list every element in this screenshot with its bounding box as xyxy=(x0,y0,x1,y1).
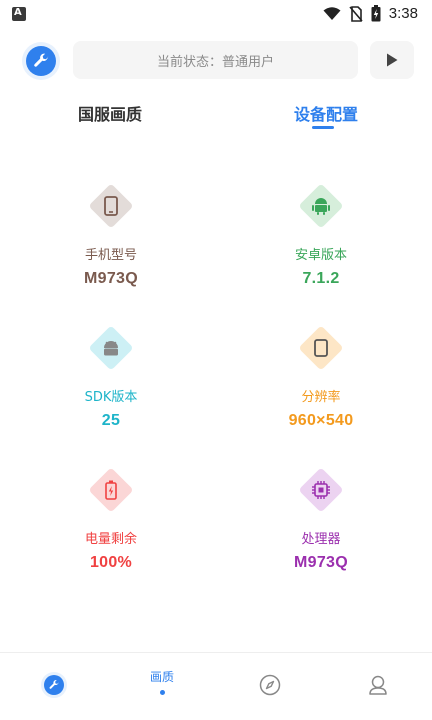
battery-value: 100% xyxy=(89,554,133,571)
sdk-version-value: 25 xyxy=(101,412,121,429)
android-head-icon xyxy=(104,341,118,356)
chip-icon xyxy=(312,481,330,499)
nav-profile[interactable] xyxy=(348,660,408,710)
no-sim-icon xyxy=(349,5,363,22)
android-version-label: 安卓版本 xyxy=(294,248,347,263)
info-resolution: 分辨率 960×540 xyxy=(241,325,401,430)
play-icon xyxy=(387,53,398,67)
android-version-value: 7.1.2 xyxy=(302,270,340,287)
android-icon xyxy=(312,198,330,215)
processor-label: 处理器 xyxy=(301,532,341,547)
nav-discover[interactable] xyxy=(240,660,300,710)
nav-quality-label: 画质 xyxy=(149,670,174,684)
status-bar: 3:38 xyxy=(0,0,432,28)
nav-active-dot xyxy=(159,690,165,695)
app-notification-icon xyxy=(12,7,26,21)
nav-quality[interactable]: 画质 xyxy=(132,660,192,710)
info-phone-model: 手机型号 M973Q xyxy=(31,183,191,288)
info-processor: 处理器 M973Q xyxy=(241,467,401,572)
phone-icon xyxy=(104,196,118,216)
resolution-label: 分辨率 xyxy=(301,390,341,405)
status-display: 当前状态：普通用户 xyxy=(73,41,358,79)
processor-value: M973Q xyxy=(294,554,348,571)
resolution-value: 960×540 xyxy=(288,412,354,429)
active-tab-indicator xyxy=(312,126,334,129)
phone-model-label: 手机型号 xyxy=(84,248,137,263)
wrench-logo-icon xyxy=(49,680,59,689)
info-sdk-version: SDK版本 25 xyxy=(31,325,191,430)
status-icons: 3:38 xyxy=(323,5,418,22)
user-icon xyxy=(369,675,387,695)
compass-icon xyxy=(259,674,281,696)
app-logo-button[interactable] xyxy=(22,42,60,80)
battery-charging-status-icon xyxy=(371,5,381,22)
info-android-version: 安卓版本 7.1.2 xyxy=(241,183,401,288)
tablet-icon xyxy=(314,339,328,357)
bottom-nav-divider xyxy=(0,652,432,653)
tab-device-config[interactable]: 设备配置 xyxy=(294,101,358,125)
clock: 3:38 xyxy=(388,5,418,22)
play-button[interactable] xyxy=(370,41,414,79)
wrench-icon xyxy=(34,53,49,67)
info-battery: 电量剩余 100% xyxy=(31,467,191,572)
wifi-icon xyxy=(323,6,341,20)
battery-label: 电量剩余 xyxy=(84,532,137,547)
battery-charging-icon xyxy=(105,480,117,500)
tab-national-quality[interactable]: 国服画质 xyxy=(78,101,142,125)
sdk-version-label: SDK版本 xyxy=(84,390,138,405)
phone-model-value: M973Q xyxy=(84,270,138,287)
nav-home[interactable] xyxy=(24,660,84,710)
